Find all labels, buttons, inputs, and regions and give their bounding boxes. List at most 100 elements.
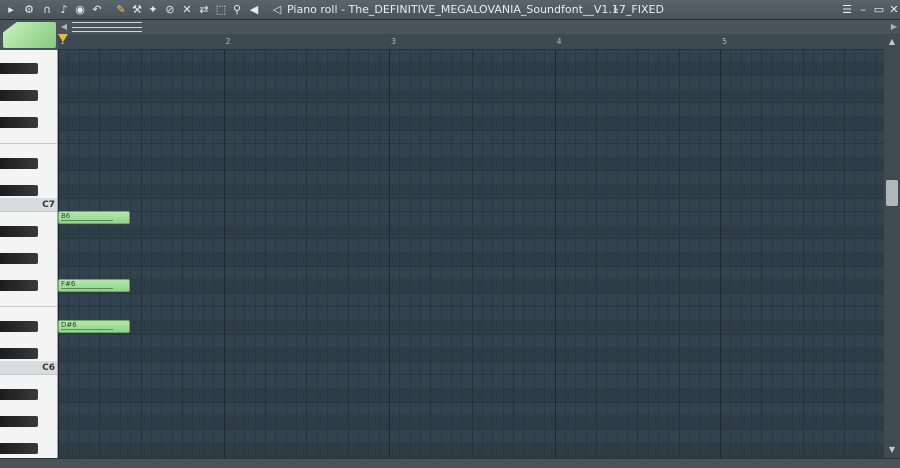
- grid-column-line: [823, 50, 824, 458]
- ruler-bar-number: 4: [556, 37, 562, 46]
- scroll-thumb[interactable]: [72, 22, 142, 32]
- piano-c-key[interactable]: C6: [0, 360, 57, 375]
- zoom-icon[interactable]: ⚲: [230, 2, 244, 18]
- note-fsharp6[interactable]: F#6: [58, 279, 131, 293]
- grid-column-line: [586, 50, 587, 458]
- title-arrow-icon[interactable]: ▸: [614, 3, 619, 17]
- slip-icon[interactable]: ⇄: [197, 2, 211, 18]
- piano-black-key[interactable]: [0, 443, 38, 455]
- piano-black-key[interactable]: [0, 89, 38, 101]
- playhead-marker-icon[interactable]: [58, 34, 68, 42]
- piano-black-key[interactable]: [0, 389, 38, 400]
- mute-icon[interactable]: ✕: [180, 2, 194, 18]
- grid-column-line: [854, 50, 855, 458]
- grid-column-line: [337, 50, 338, 458]
- grid-column-line: [627, 50, 628, 458]
- piano-black-key[interactable]: [0, 157, 38, 169]
- piano-roll-toolbar: Piano roll - The_DEFINITIVE_MEGALOVANIA_…: [0, 0, 900, 20]
- key-separator: [0, 211, 57, 213]
- grid-column-line: [523, 50, 524, 458]
- title-speaker-icon[interactable]: ◁: [270, 2, 284, 18]
- scroll-down-icon[interactable]: ▼: [884, 444, 900, 456]
- horizontal-scrollbar[interactable]: ◀ ▶: [58, 20, 900, 34]
- grid-column-line: [782, 50, 783, 458]
- scroll-left-icon[interactable]: ◀: [58, 20, 70, 34]
- undo-icon[interactable]: ↶: [90, 2, 104, 18]
- wrench-icon[interactable]: ⚙: [22, 2, 36, 18]
- grid-column-line: [348, 50, 349, 458]
- octave-label: C6: [42, 362, 55, 373]
- close-icon[interactable]: ✕: [887, 2, 900, 18]
- magnet-icon[interactable]: ∩: [40, 2, 54, 18]
- grid-column-line: [648, 50, 649, 458]
- delete-icon[interactable]: ⊘: [163, 2, 177, 18]
- vertical-scrollbar[interactable]: ▲ ▼: [884, 34, 900, 458]
- grid-column-line: [472, 50, 473, 458]
- record-icon[interactable]: ◉: [73, 2, 87, 18]
- grid-column-line: [617, 50, 618, 458]
- grid-column-line: [803, 50, 804, 458]
- grid-column-line: [441, 50, 442, 458]
- grid-column-line: [761, 50, 762, 458]
- menu-options-icon[interactable]: ☰: [840, 2, 854, 18]
- note-velocity-line: [61, 288, 113, 290]
- piano-black-key[interactable]: [0, 185, 38, 196]
- grid-column-line: [492, 50, 493, 458]
- grid-column-line: [741, 50, 742, 458]
- note-grid[interactable]: B6 F#6 D#6: [58, 50, 884, 458]
- key-separator: [0, 374, 57, 376]
- piano-black-key[interactable]: [0, 280, 38, 292]
- grid-column-line: [286, 50, 287, 458]
- grid-column-line: [234, 50, 235, 458]
- pencil-icon[interactable]: ✎: [114, 2, 128, 18]
- note-b6[interactable]: B6: [58, 211, 131, 225]
- piano-black-key[interactable]: [0, 253, 38, 264]
- key-separator: [0, 143, 57, 145]
- grid-column-line: [482, 50, 483, 458]
- grid-column-line: [679, 50, 680, 458]
- brush-icon[interactable]: ⚒: [130, 2, 144, 18]
- scroll-up-icon[interactable]: ▲: [884, 36, 900, 48]
- scroll-right-icon[interactable]: ▶: [888, 20, 900, 34]
- grid-column-line: [606, 50, 607, 458]
- minimize-icon[interactable]: –: [856, 2, 870, 18]
- grid-column-line: [130, 50, 131, 458]
- timeline-ruler[interactable]: 12345: [58, 34, 884, 50]
- speaker-icon[interactable]: ◀: [247, 2, 261, 18]
- grid-column-line: [389, 50, 390, 458]
- note-dsharp6[interactable]: D#6: [58, 320, 131, 333]
- maximize-icon[interactable]: ▭: [872, 2, 886, 18]
- piano-keyboard[interactable]: C7 C6: [0, 50, 58, 458]
- grid-column-line: [834, 50, 835, 458]
- piano-black-key[interactable]: [0, 348, 38, 360]
- grid-column-line: [275, 50, 276, 458]
- menu-arrow-icon[interactable]: ▸: [4, 2, 18, 18]
- channel-color-swatch[interactable]: [3, 22, 56, 48]
- grid-column-line: [772, 50, 773, 458]
- grid-column-line: [255, 50, 256, 458]
- grid-column-line: [161, 50, 162, 458]
- grid-column-line: [224, 50, 225, 458]
- grid-column-line: [213, 50, 214, 458]
- key-separator: [0, 306, 57, 308]
- magic-icon[interactable]: ✦: [146, 2, 160, 18]
- grid-column-line: [172, 50, 173, 458]
- piano-black-key[interactable]: [0, 117, 38, 128]
- piano-black-key[interactable]: [0, 416, 38, 428]
- grid-column-line: [461, 50, 462, 458]
- grid-column-line: [689, 50, 690, 458]
- select-icon[interactable]: ⬚: [214, 2, 228, 18]
- vertical-scroll-thumb[interactable]: [886, 180, 898, 206]
- grid-column-line: [120, 50, 121, 458]
- grid-column-line: [565, 50, 566, 458]
- window-title: Piano roll - The_DEFINITIVE_MEGALOVANIA_…: [287, 3, 664, 16]
- piano-black-key[interactable]: [0, 225, 38, 237]
- grid-column-line: [306, 50, 307, 458]
- grid-column-line: [358, 50, 359, 458]
- note-icon[interactable]: ♪: [57, 2, 71, 18]
- piano-black-key[interactable]: [0, 321, 38, 332]
- grid-column-line: [555, 50, 556, 458]
- piano-c-key[interactable]: C7: [0, 197, 57, 212]
- piano-black-key[interactable]: [0, 62, 38, 74]
- grid-column-line: [544, 50, 545, 458]
